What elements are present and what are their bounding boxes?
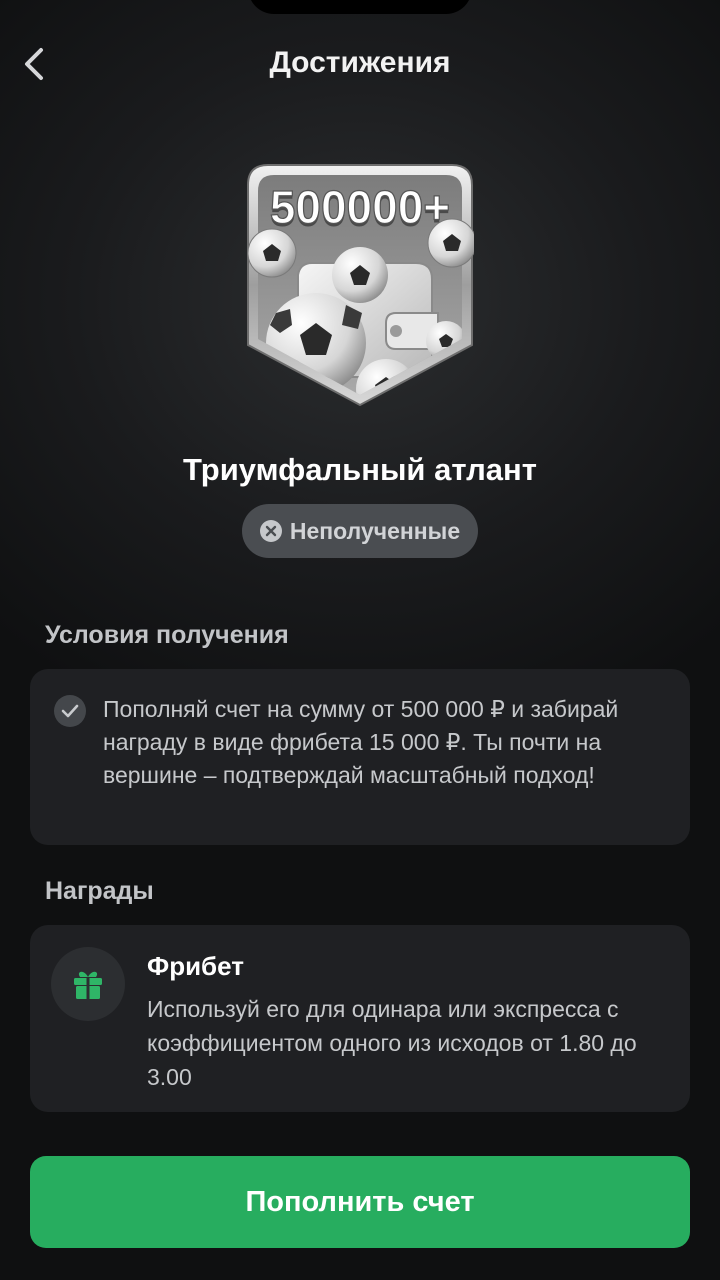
reward-name: Фрибет — [147, 951, 244, 981]
check-circle-icon — [54, 695, 86, 727]
gift-icon — [51, 947, 125, 1021]
achievement-title: Триумфальный атлант — [183, 452, 537, 487]
rewards-section-title: Награды — [45, 877, 154, 905]
achievement-badge: 500000+ 500000+ — [246, 163, 477, 407]
badge-label: 500000+ — [270, 181, 450, 233]
conditions-text: Пополняй счет на сумму от 500 000 ₽ и за… — [103, 696, 619, 788]
reward-card: Фрибет Используй его для одинара или экс… — [30, 925, 690, 1112]
conditions-card: Пополняй счет на сумму от 500 000 ₽ и за… — [30, 669, 690, 845]
page-title: Достижения — [269, 46, 451, 79]
top-up-button[interactable]: Пополнить счет — [30, 1156, 690, 1248]
close-circle-icon — [259, 520, 282, 542]
reward-description: Используй его для одинара или экспресса … — [147, 996, 637, 1090]
conditions-section-title: Условия получения — [45, 621, 289, 649]
status-label: Неполученные — [289, 517, 461, 544]
status-badge: Неполученные — [242, 504, 478, 558]
device-notch — [248, 0, 472, 14]
